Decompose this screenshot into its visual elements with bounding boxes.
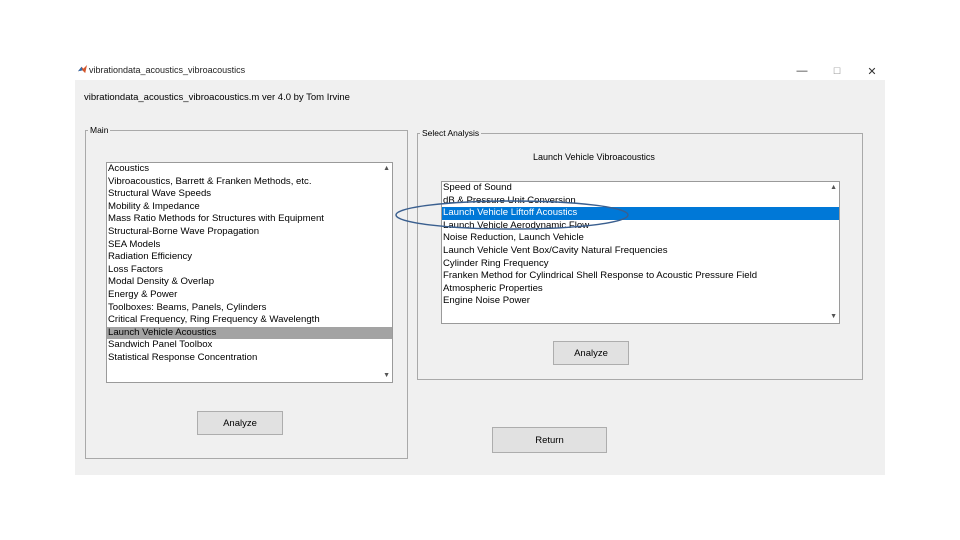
- analysis-list-item[interactable]: dB & Pressure Unit Conversion: [442, 195, 839, 208]
- main-panel: Main Acoustics Vibroacoustics, Barrett & …: [85, 125, 408, 459]
- main-list-item[interactable]: Structural-Borne Wave Propagation: [107, 226, 392, 239]
- analysis-list-item[interactable]: Atmospheric Properties: [442, 283, 839, 296]
- main-list-item[interactable]: Mass Ratio Methods for Structures with E…: [107, 213, 392, 226]
- main-list-item[interactable]: Statistical Response Concentration: [107, 352, 392, 365]
- select-analysis-panel: Select Analysis Launch Vehicle Vibroacou…: [417, 128, 863, 380]
- analysis-heading: Launch Vehicle Vibroacoustics: [533, 152, 655, 162]
- scroll-down-icon[interactable]: ▼: [830, 313, 837, 321]
- main-panel-title: Main: [88, 125, 111, 136]
- analysis-list-item[interactable]: Speed of Sound: [442, 182, 839, 195]
- main-list-item[interactable]: Vibroacoustics, Barrett & Franken Method…: [107, 176, 392, 189]
- window-title: vibrationdata_acoustics_vibroacoustics: [89, 65, 246, 75]
- analysis-analyze-button[interactable]: Analyze: [553, 341, 629, 365]
- close-button[interactable]: ✕: [857, 62, 887, 80]
- main-list-item[interactable]: Toolboxes: Beams, Panels, Cylinders: [107, 302, 392, 315]
- maximize-icon: ☐: [832, 65, 842, 76]
- main-list-item[interactable]: Critical Frequency, Ring Frequency & Wav…: [107, 314, 392, 327]
- select-analysis-panel-title: Select Analysis: [420, 128, 482, 139]
- analysis-list-item[interactable]: Franken Method for Cylindrical Shell Res…: [442, 270, 839, 283]
- maximize-button[interactable]: ☐: [822, 62, 852, 80]
- analysis-list-item[interactable]: Noise Reduction, Launch Vehicle: [442, 232, 839, 245]
- main-list-item[interactable]: Radiation Efficiency: [107, 251, 392, 264]
- minimize-button[interactable]: —: [787, 62, 817, 80]
- title-bar[interactable]: vibrationdata_acoustics_vibroacoustics —…: [75, 62, 885, 80]
- scroll-down-icon[interactable]: ▼: [383, 372, 390, 380]
- analysis-list-item[interactable]: Launch Vehicle Aerodynamic Flow: [442, 220, 839, 233]
- main-list-item[interactable]: Acoustics: [107, 163, 392, 176]
- analysis-list-item[interactable]: Launch Vehicle Liftoff Acoustics: [442, 207, 839, 220]
- minimize-icon: —: [796, 65, 808, 77]
- analysis-list-item[interactable]: Launch Vehicle Vent Box/Cavity Natural F…: [442, 245, 839, 258]
- main-list-item[interactable]: Energy & Power: [107, 289, 392, 302]
- main-list-item[interactable]: Sandwich Panel Toolbox: [107, 339, 392, 352]
- matlab-logo-icon: [78, 65, 87, 74]
- return-button[interactable]: Return: [492, 427, 607, 453]
- main-listbox[interactable]: Acoustics Vibroacoustics, Barrett & Frank…: [106, 162, 393, 383]
- close-icon: ✕: [867, 65, 877, 78]
- main-list-item[interactable]: Modal Density & Overlap: [107, 276, 392, 289]
- main-list-item[interactable]: Loss Factors: [107, 264, 392, 277]
- scroll-up-icon[interactable]: ▲: [830, 184, 837, 192]
- scroll-up-icon[interactable]: ▲: [383, 165, 390, 173]
- main-list-item[interactable]: Launch Vehicle Acoustics: [107, 326, 392, 340]
- app-header-text: vibrationdata_acoustics_vibroacoustics.m…: [84, 92, 350, 103]
- analysis-listbox[interactable]: Speed of Sound dB & Pressure Unit Convers…: [441, 181, 840, 324]
- main-analyze-button[interactable]: Analyze: [197, 411, 283, 435]
- analysis-list-item[interactable]: Cylinder Ring Frequency: [442, 258, 839, 271]
- main-list-item[interactable]: Mobility & Impedance: [107, 201, 392, 214]
- analysis-list-item[interactable]: Engine Noise Power: [442, 295, 839, 308]
- main-list-item[interactable]: Structural Wave Speeds: [107, 188, 392, 201]
- app-window: vibrationdata_acoustics_vibroacoustics —…: [75, 62, 885, 475]
- main-list-item[interactable]: SEA Models: [107, 239, 392, 252]
